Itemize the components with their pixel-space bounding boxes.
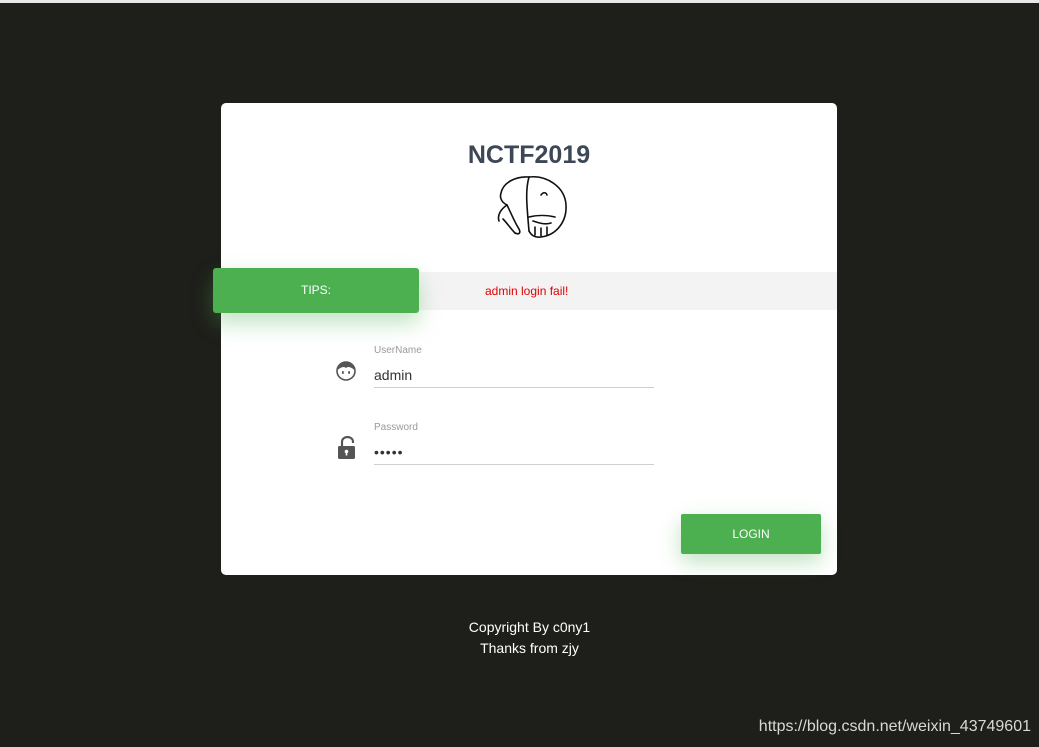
- password-label: Password: [374, 422, 418, 433]
- login-card: NCTF2019 admin login fail! UserName Pass…: [221, 103, 837, 575]
- tips-message: admin login fail!: [485, 284, 569, 298]
- watermark-url: https://blog.csdn.net/weixin_43749601: [758, 718, 1031, 735]
- tips-label-badge: TIPS:: [213, 268, 419, 313]
- thanks-text: Thanks from zjy: [480, 640, 579, 656]
- page-title: NCTF2019: [467, 141, 591, 169]
- password-input[interactable]: [374, 440, 654, 465]
- user-face-icon: [336, 361, 356, 381]
- browser-top-edge: [0, 0, 1039, 3]
- username-input[interactable]: [374, 363, 654, 388]
- copyright-text: Copyright By c0ny1: [468, 619, 591, 635]
- unlock-icon: [338, 436, 355, 459]
- elephant-logo-icon: [497, 176, 567, 238]
- login-button[interactable]: LOGIN: [681, 514, 821, 554]
- footer: Copyright By c0ny1 Thanks from zjy: [0, 617, 1039, 659]
- username-label: UserName: [374, 345, 422, 356]
